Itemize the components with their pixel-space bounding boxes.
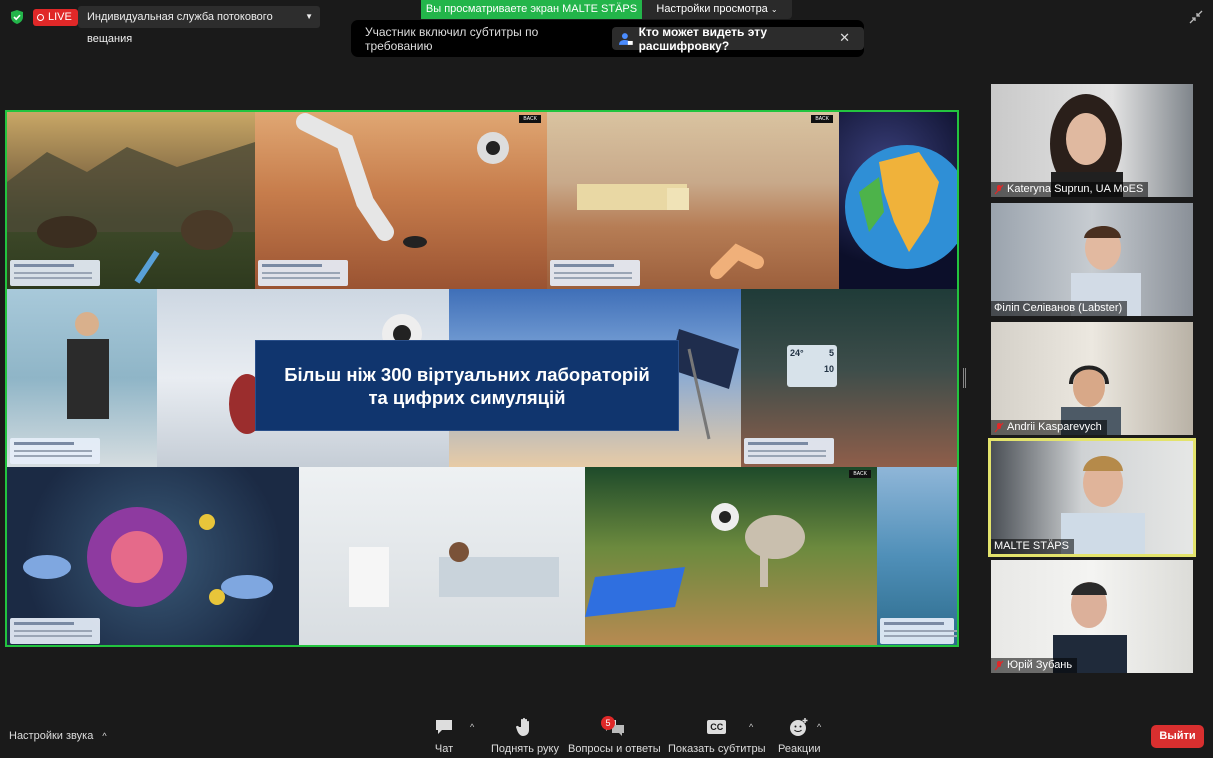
hospital-bed-illustration	[349, 542, 559, 607]
lab-scene-desert-colony: BACK	[547, 112, 839, 289]
viewing-screen-label: Вы просматриваете экран MALTE STÄPS	[425, 3, 638, 15]
close-icon[interactable]: ✕	[839, 30, 850, 46]
who-can-see-transcript-button[interactable]: Кто может видеть эту расшифровку?	[611, 24, 864, 53]
reactions-options-chevron[interactable]: ^	[817, 722, 821, 732]
chat-button[interactable]: Чат	[434, 716, 454, 755]
chevron-up-icon: ^	[102, 731, 107, 741]
participant-tile[interactable]: Юрій Зубань	[991, 560, 1193, 673]
lab-scene-deer	[7, 112, 255, 289]
reactions-button[interactable]: Реакции	[778, 716, 821, 755]
mic-muted-icon	[994, 184, 1004, 194]
environment-hud: 24° 5 10	[787, 345, 837, 387]
participant-name-tag: Філіп Селіванов (Labster)	[991, 301, 1128, 316]
live-label: LIVE	[48, 11, 72, 23]
who-can-see-label: Кто может видеть эту расшифровку?	[638, 24, 768, 53]
task-panel	[258, 260, 348, 286]
viewing-screen-banner: Вы просматриваете экран MALTE STÄPS	[421, 0, 642, 19]
participant-name: MALTE STÄPS	[994, 540, 1069, 552]
participant-tile[interactable]: Kateryna Suprun, UA MoES	[991, 84, 1193, 197]
participant-name-tag: MALTE STÄPS	[991, 539, 1074, 554]
earth-globe-illustration	[845, 145, 957, 269]
caption-notification-text: Участник включил субтитры по требованию	[365, 24, 539, 53]
participant-tile[interactable]: Філіп Селіванов (Labster)	[991, 203, 1193, 316]
captions-options-chevron[interactable]: ^	[749, 722, 753, 732]
chat-label: Чат	[434, 743, 454, 755]
show-captions-label: Показать субтитры	[668, 743, 766, 755]
reactions-label: Реакции	[778, 743, 821, 755]
lab-scene-earth-globe	[839, 112, 957, 289]
participant-name-tag: Andrii Kasparevych	[991, 420, 1107, 435]
stream-service-dropdown[interactable]: Индивидуальная служба потокового вещания…	[78, 6, 320, 45]
lab-scene-planet-surface: 24° 5 10	[741, 289, 957, 467]
participant-video	[1053, 582, 1127, 673]
live-dot-icon	[37, 14, 44, 21]
chat-options-chevron[interactable]: ^	[470, 722, 474, 732]
savanna-animals-illustration	[585, 503, 805, 617]
leave-button[interactable]: Выйти	[1151, 725, 1204, 748]
back-button: BACK	[811, 115, 833, 123]
exit-fullscreen-icon[interactable]	[1189, 10, 1203, 24]
view-settings-label: Настройки просмотра	[656, 3, 768, 15]
count-bottom-readout: 10	[823, 364, 834, 374]
chevron-down-icon: ⌄	[770, 5, 778, 14]
participant-tile[interactable]: Andrii Kasparevych	[991, 322, 1193, 435]
task-panel	[550, 260, 640, 286]
count-top-readout: 5	[828, 348, 834, 358]
lab-scene-classroom	[7, 289, 157, 467]
security-shield-icon[interactable]	[9, 9, 25, 25]
hand-icon	[516, 717, 529, 736]
participant-name-tag: Юрій Зубань	[991, 658, 1078, 673]
participant-name-tag: Kateryna Suprun, UA MoES	[991, 182, 1149, 197]
back-button: BACK	[519, 115, 541, 123]
lab-scene-mars-robot: BACK	[255, 112, 547, 289]
chat-icon	[436, 720, 452, 734]
back-button: BACK	[849, 470, 871, 478]
lab-scene-savanna: BACK	[585, 467, 877, 645]
dropdown-caret-icon: ▼	[305, 12, 313, 21]
mic-muted-icon	[994, 660, 1004, 670]
task-panel	[10, 438, 100, 464]
participant-tile-active-speaker[interactable]: MALTE STÄPS	[988, 438, 1196, 557]
person-lock-icon	[618, 32, 633, 45]
caption-notification: Участник включил субтитры по требованию …	[351, 20, 864, 57]
task-panel	[10, 618, 100, 644]
slide-title-line2: та цифрих симуляцій	[368, 386, 566, 408]
qa-count-badge: 5	[601, 716, 615, 730]
lab-scene-hospital	[299, 467, 585, 645]
task-panel	[10, 260, 100, 286]
participant-video	[1071, 225, 1141, 316]
audio-settings-label: Настройки звука	[9, 730, 94, 742]
smiley-plus-icon	[790, 718, 808, 736]
mic-muted-icon	[994, 422, 1004, 432]
closed-captions-icon: CC	[707, 720, 727, 734]
lab-scene-cell	[7, 467, 299, 645]
shared-screen: BACK BACK 24° 5 10 BACK Більш ніж 300 ві…	[5, 110, 959, 647]
participant-video	[1061, 456, 1145, 554]
raise-hand-button[interactable]: Поднять руку	[491, 716, 559, 755]
view-settings-button[interactable]: Настройки просмотра ⌄	[642, 0, 792, 19]
audio-settings-button[interactable]: Настройки звука ^	[9, 730, 107, 742]
participant-name: Andrii Kasparevych	[1007, 421, 1102, 433]
task-panel	[880, 618, 957, 644]
task-panel	[744, 438, 834, 464]
participant-name: Юрій Зубань	[1007, 659, 1073, 671]
raise-hand-label: Поднять руку	[491, 743, 559, 755]
temperature-readout: 24°	[790, 348, 804, 358]
live-badge[interactable]: LIVE	[33, 9, 78, 26]
participant-name: Kateryna Suprun, UA MoES	[1007, 183, 1144, 195]
qa-label: Вопросы и ответы	[568, 743, 661, 755]
split-resize-handle[interactable]	[963, 368, 966, 388]
slide-title-line1: Більш ніж 300 віртуальних лабораторій	[284, 363, 650, 385]
participant-video	[1050, 94, 1123, 197]
participant-name: Філіп Селіванов (Labster)	[994, 302, 1123, 314]
participant-video	[1061, 365, 1121, 435]
lab-scene-lake	[877, 467, 957, 645]
slide-title: Більш ніж 300 віртуальних лабораторій та…	[255, 340, 679, 431]
stream-service-label: Индивидуальная служба потокового вещания	[87, 11, 273, 45]
